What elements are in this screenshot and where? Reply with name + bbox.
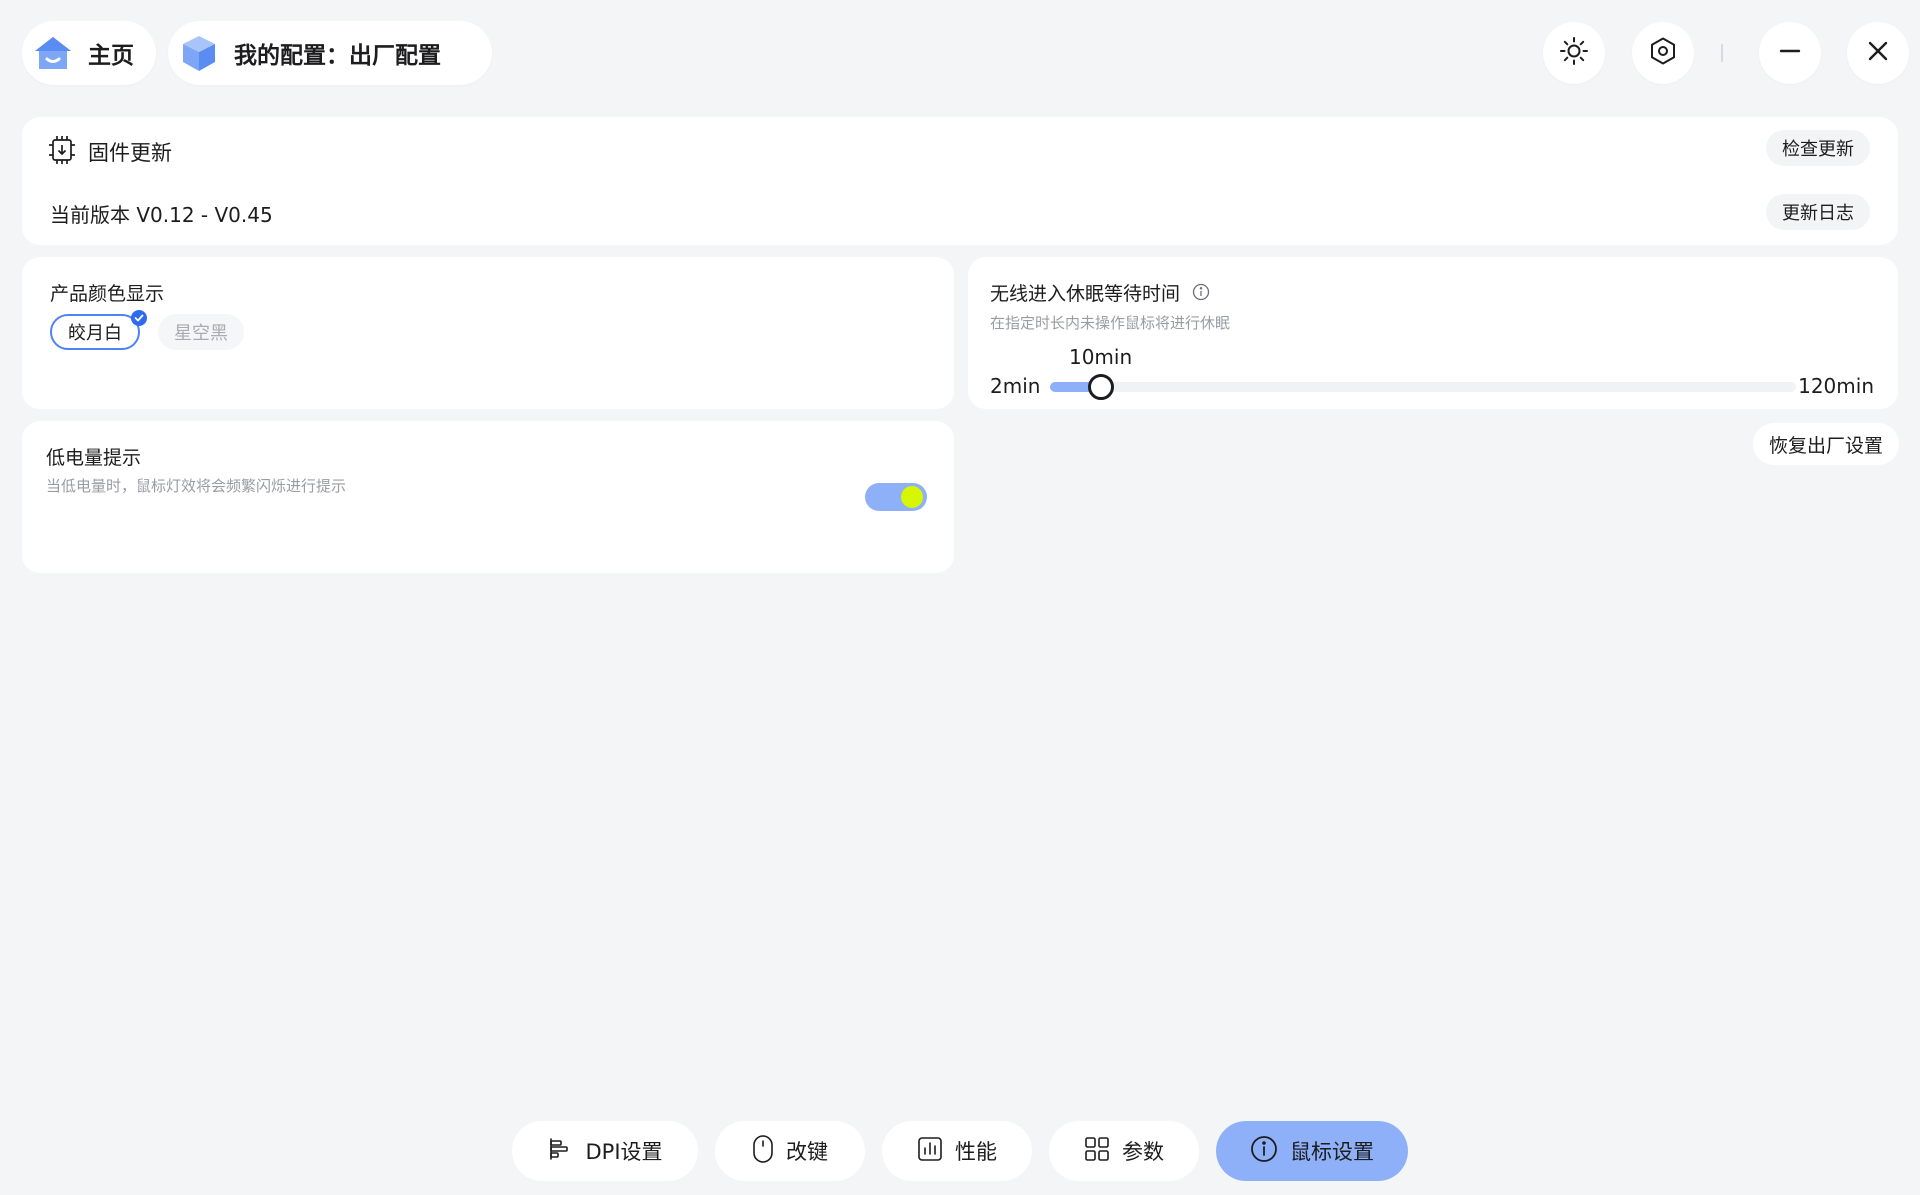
low-battery-toggle[interactable] (865, 483, 927, 511)
dpi-icon (547, 1136, 573, 1166)
firmware-title: 固件更新 (88, 141, 172, 165)
home-icon (32, 32, 74, 74)
color-option-white[interactable]: 皎月白 (50, 314, 140, 350)
grid-icon (1084, 1136, 1110, 1166)
low-battery-subtitle: 当低电量时，鼠标灯效将会频繁闪烁进行提示 (46, 477, 347, 495)
product-color-title: 产品颜色显示 (50, 283, 165, 305)
sun-icon (1559, 36, 1589, 70)
hexagon-settings-icon (1648, 36, 1678, 70)
check-update-button[interactable]: 检查更新 (1766, 130, 1870, 166)
config-label: 我的配置：出厂配置 (234, 43, 441, 69)
nav-parameters-label: 参数 (1122, 1140, 1164, 1164)
sleep-slider-track[interactable] (1050, 374, 1796, 400)
nav-dpi-settings[interactable]: DPI设置 (512, 1121, 698, 1181)
toggle-knob (901, 486, 923, 508)
settings-button[interactable] (1632, 22, 1694, 84)
sleep-timer-subtitle: 在指定时长内未操作鼠标将进行休眠 (990, 314, 1231, 332)
top-bar: 主页 我的配置：出厂配置 (22, 21, 1909, 85)
slider-min-label: 2min (990, 374, 1041, 398)
close-icon (1865, 38, 1891, 68)
selected-check-icon (131, 310, 147, 326)
theme-button[interactable] (1543, 22, 1605, 84)
nav-keys-label: 改键 (786, 1140, 828, 1164)
sleep-timer-title-text: 无线进入休眠等待时间 (990, 283, 1181, 305)
slider-value-label: 10min (1068, 345, 1133, 369)
config-tab[interactable]: 我的配置：出厂配置 (168, 21, 492, 85)
nav-key-remap[interactable]: 改键 (715, 1121, 865, 1181)
nav-dpi-label: DPI设置 (585, 1140, 663, 1164)
mouse-icon (752, 1134, 774, 1168)
sleep-timer-card: 无线进入休眠等待时间 在指定时长内未操作鼠标将进行休眠 10min 2min 1… (968, 257, 1898, 409)
firmware-version: 当前版本 V0.12 - V0.45 (50, 203, 273, 227)
sleep-timer-title: 无线进入休眠等待时间 (990, 279, 1210, 306)
nav-performance[interactable]: 性能 (882, 1121, 1032, 1181)
nav-parameters[interactable]: 参数 (1049, 1121, 1199, 1181)
cube-icon (178, 32, 220, 74)
nav-mouse-settings-label: 鼠标设置 (1290, 1140, 1374, 1164)
nav-mouse-settings[interactable]: 鼠标设置 (1216, 1121, 1408, 1181)
minimize-button[interactable] (1759, 22, 1821, 84)
product-color-card: 产品颜色显示 皎月白 星空黑 (22, 257, 954, 409)
info-circle-icon (1250, 1135, 1278, 1167)
minimize-icon (1777, 38, 1803, 68)
home-label: 主页 (88, 43, 134, 69)
factory-reset-button[interactable]: 恢复出厂设置 (1753, 423, 1900, 465)
close-button[interactable] (1847, 22, 1909, 84)
firmware-card: 固件更新 当前版本 V0.12 - V0.45 检查更新 更新日志 (22, 117, 1898, 245)
performance-icon (917, 1136, 943, 1166)
low-battery-card: 低电量提示 当低电量时，鼠标灯效将会频繁闪烁进行提示 (22, 421, 954, 573)
color-option-black[interactable]: 星空黑 (158, 314, 244, 350)
sleep-slider-thumb[interactable] (1087, 374, 1114, 400)
slider-max-label: 120min (1798, 374, 1874, 398)
update-log-button[interactable]: 更新日志 (1766, 194, 1870, 230)
firmware-header: 固件更新 (48, 135, 172, 169)
home-tab[interactable]: 主页 (22, 21, 156, 85)
firmware-chip-icon (48, 135, 76, 169)
nav-performance-label: 性能 (955, 1140, 997, 1164)
header-divider (1721, 44, 1723, 62)
info-icon[interactable] (1192, 283, 1210, 306)
low-battery-title: 低电量提示 (46, 447, 142, 469)
